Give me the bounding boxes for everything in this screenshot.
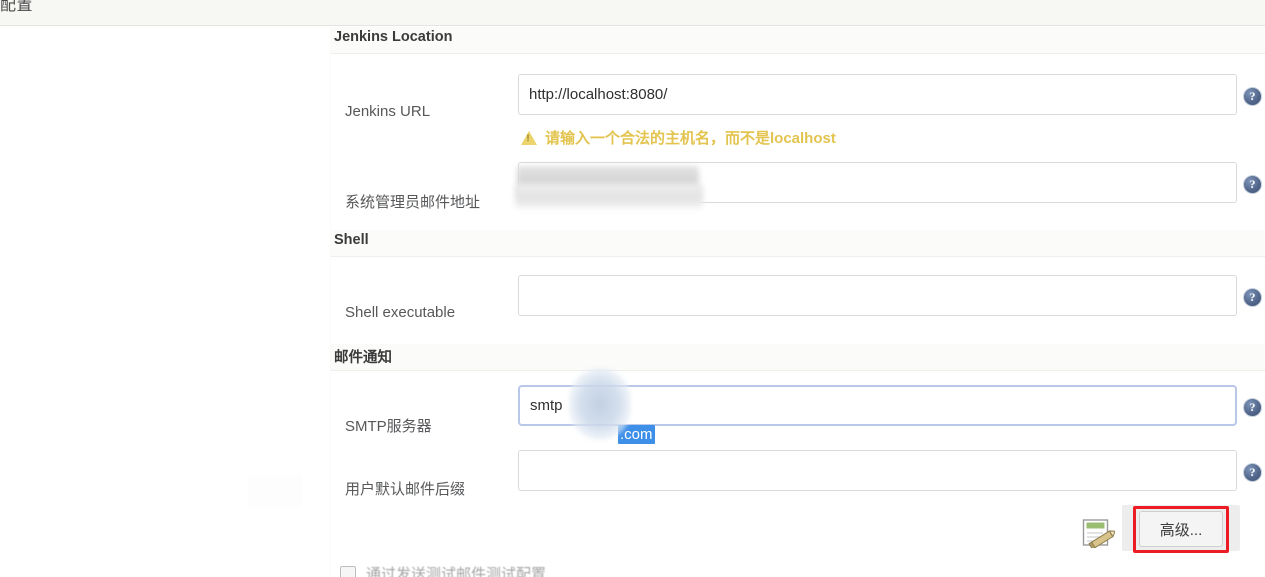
label-smtp-server: SMTP服务器 [345, 418, 432, 435]
label-admin-email: 系统管理员邮件地址 [345, 194, 481, 211]
label-shell-executable: Shell executable [345, 304, 456, 321]
input-smtp-server-value-prefix: smtp [530, 397, 563, 414]
validation-warning-jenkins-url: 请输入一个合法的主机名，而不是localhost [521, 127, 836, 148]
redaction-blur-smtp-server [569, 368, 631, 440]
left-pane-artifact [248, 475, 302, 507]
label-jenkins-url: Jenkins URL [345, 103, 431, 120]
test-configuration-label: 通过发送测试邮件测试配置 [366, 566, 547, 577]
section-title: Shell [334, 232, 369, 248]
jenkins-configure-page: 配置 Jenkins Location Jenkins URL http://l… [0, 0, 1265, 577]
configuration-form: Jenkins Location Jenkins URL http://loca… [331, 27, 1265, 577]
help-icon-jenkins-url[interactable] [1243, 87, 1262, 106]
help-icon-smtp-server[interactable] [1243, 398, 1262, 417]
section-title: 邮件通知 [334, 350, 392, 366]
advanced-button[interactable]: 高级... [1139, 511, 1223, 547]
test-configuration-checkbox[interactable] [340, 566, 356, 577]
input-default-user-email-suffix[interactable] [518, 450, 1237, 491]
section-header-shell: Shell [331, 230, 1265, 257]
section-title: Jenkins Location [334, 29, 453, 45]
validation-warning-text: 请输入一个合法的主机名，而不是localhost [545, 130, 836, 147]
edit-note-icon[interactable] [1082, 518, 1117, 550]
help-icon-default-user-email-suffix[interactable] [1243, 463, 1262, 482]
redaction-blur-admin-email-2 [515, 184, 703, 208]
label-default-user-email-suffix: 用户默认邮件后缀 [345, 481, 466, 498]
breadcrumb-bar: 配置 [0, 0, 1265, 26]
help-icon-admin-email[interactable] [1243, 175, 1262, 194]
left-pane [0, 27, 331, 577]
section-header-jenkins-location: Jenkins Location [331, 27, 1265, 54]
section-header-mail-notification: 邮件通知 [331, 344, 1265, 371]
help-icon-shell-executable[interactable] [1243, 288, 1262, 307]
input-jenkins-url-value: http://localhost:8080/ [529, 86, 668, 103]
input-shell-executable[interactable] [518, 275, 1237, 316]
breadcrumb-current-page[interactable]: 配置 [0, 0, 33, 17]
warning-triangle-icon [521, 130, 537, 145]
input-jenkins-url[interactable]: http://localhost:8080/ [518, 74, 1237, 115]
